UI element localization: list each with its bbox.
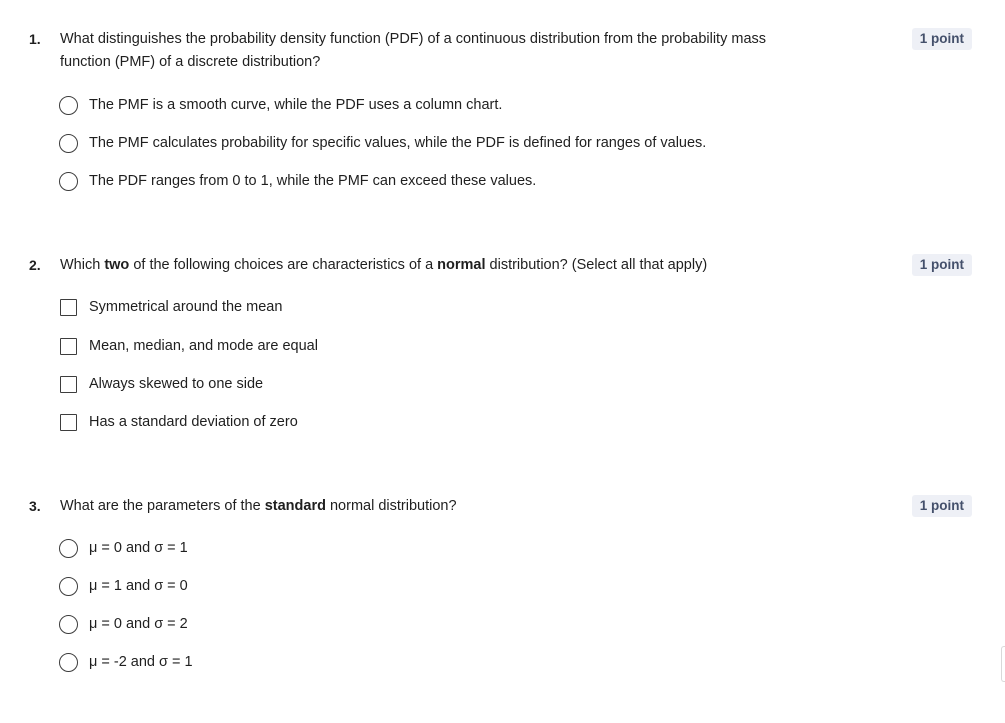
points-badge: 1 point (911, 254, 972, 276)
answer-option[interactable]: The PMF calculates probability for speci… (59, 132, 706, 154)
answer-option[interactable]: Mean, median, and mode are equal (59, 335, 318, 357)
points-badge: 1 point (911, 495, 972, 517)
points-badge: 1 point (911, 28, 972, 50)
answer-option[interactable]: μ = 0 and σ = 1 (59, 537, 188, 559)
option-label: Always skewed to one side (89, 376, 264, 392)
question-number: 3. (29, 498, 41, 514)
option-label: The PMF calculates probability for speci… (89, 135, 707, 151)
question-number: 1. (29, 31, 41, 47)
option-label: μ = -2 and σ = 1 (89, 654, 193, 670)
question-number: 2. (29, 257, 41, 273)
checkbox[interactable] (60, 337, 77, 355)
question-text-emphasis: normal (437, 257, 486, 273)
answer-option[interactable]: μ = 1 and σ = 0 (59, 575, 188, 597)
question-text-part: normal distribution? (325, 498, 457, 514)
scroll-edge-handle[interactable] (1001, 646, 1005, 682)
option-label: μ = 0 and σ = 1 (89, 540, 188, 556)
radio-button[interactable] (59, 614, 78, 634)
answer-option[interactable]: The PMF is a smooth curve, while the PDF… (59, 94, 502, 116)
question-text-part: Which (60, 257, 105, 273)
question-text: What distinguishes the probability densi… (60, 31, 767, 70)
checkbox[interactable] (60, 375, 77, 393)
question-text-part: distribution? (Select all that apply) (485, 257, 708, 273)
answer-option[interactable]: Symmetrical around the mean (59, 296, 282, 318)
option-label: Mean, median, and mode are equal (89, 338, 318, 354)
answer-option[interactable]: μ = 0 and σ = 2 (59, 613, 188, 635)
option-label: Symmetrical around the mean (89, 299, 283, 315)
checkbox[interactable] (60, 298, 77, 316)
answer-option[interactable]: The PDF ranges from 0 to 1, while the PM… (59, 170, 536, 192)
radio-button[interactable] (59, 171, 78, 191)
question-text: What are the parameters of the standard … (60, 495, 820, 518)
option-label: μ = 0 and σ = 2 (89, 616, 188, 632)
question-text-emphasis: standard (264, 498, 326, 514)
question-text-emphasis: two (104, 257, 130, 273)
quiz-page: 1. What distinguishes the probability de… (0, 0, 1005, 723)
question-text-part: of the following choices are characteris… (129, 257, 438, 273)
option-label: The PMF is a smooth curve, while the PDF… (89, 97, 503, 113)
checkbox[interactable] (60, 413, 77, 431)
question-text: Which two of the following choices are c… (60, 254, 820, 277)
radio-button[interactable] (59, 133, 78, 153)
radio-button[interactable] (59, 652, 78, 672)
answer-option[interactable]: μ = -2 and σ = 1 (59, 651, 193, 673)
radio-button[interactable] (59, 576, 78, 596)
radio-button[interactable] (59, 538, 78, 558)
answer-option[interactable]: Has a standard deviation of zero (59, 411, 298, 433)
radio-button[interactable] (59, 95, 78, 115)
option-label: Has a standard deviation of zero (89, 414, 298, 430)
answer-option[interactable]: Always skewed to one side (59, 373, 263, 395)
option-label: The PDF ranges from 0 to 1, while the PM… (89, 173, 537, 189)
question-text-part: What are the parameters of the (60, 498, 265, 514)
option-label: μ = 1 and σ = 0 (89, 578, 188, 594)
